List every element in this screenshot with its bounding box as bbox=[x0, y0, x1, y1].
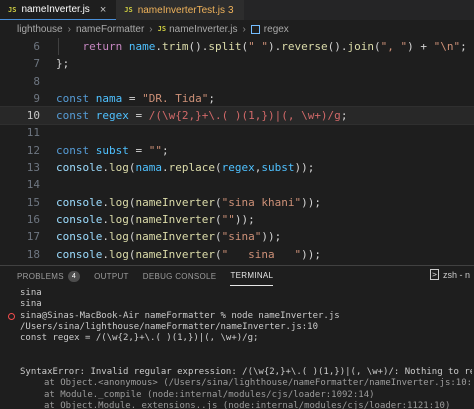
variable-symbol-icon bbox=[250, 24, 260, 34]
tab-debug-console[interactable]: DEBUG CONSOLE bbox=[143, 266, 217, 286]
problem-count-badge: 3 bbox=[227, 4, 234, 16]
breadcrumb-item-nameformatter[interactable]: nameFormatter bbox=[76, 24, 144, 35]
code-text: const nama = "DR. Tida"; bbox=[56, 91, 215, 105]
line-number: 10 bbox=[26, 109, 40, 123]
terminal-line-text: at Object.<anonymous> (/Users/sina/light… bbox=[44, 378, 472, 389]
code-text: console.log(nameInverter("sina khani")); bbox=[56, 195, 321, 209]
terminal-line: at Object.<anonymous> (/Users/sina/light… bbox=[6, 378, 472, 389]
chevron-right-icon: › bbox=[149, 23, 153, 35]
breadcrumb: lighthouse › nameFormatter › JS nameInve… bbox=[0, 20, 474, 38]
code-text: return name.trim().split(" ").reverse().… bbox=[82, 40, 467, 53]
terminal-line-text: sina bbox=[20, 288, 42, 298]
code-text: const regex = /(\w{2,}+\.( )(1,})|(, \w+… bbox=[56, 109, 348, 123]
terminal-line: at Module._compile (node:internal/module… bbox=[6, 390, 472, 401]
line-number: 8 bbox=[33, 74, 40, 88]
terminal-line-text: sina bbox=[20, 299, 42, 310]
terminal-line: sina bbox=[6, 299, 472, 310]
code-line[interactable]: 17 console.log(nameInverter("sina")); bbox=[0, 228, 474, 245]
javascript-file-icon: JS bbox=[8, 5, 17, 14]
javascript-file-icon: JS bbox=[157, 25, 167, 33]
breadcrumb-item-lighthouse[interactable]: lighthouse bbox=[17, 24, 63, 35]
line-number: 11 bbox=[26, 126, 40, 140]
terminal-output[interactable]: sina sina sina@Sinas-MacBook-Air nameForma… bbox=[6, 288, 472, 409]
code-text: console.log(nameInverter("sina")); bbox=[56, 230, 282, 244]
code-line[interactable]: 9 const nama = "DR. Tida"; bbox=[0, 90, 474, 107]
line-number: 18 bbox=[26, 247, 40, 261]
tab-label: DEBUG CONSOLE bbox=[142, 271, 217, 281]
terminal-line-text: const regex = /(\w{2,}+\.( )(1,})|(, \w+… bbox=[20, 333, 259, 344]
breadcrumb-item-regex[interactable]: regex bbox=[264, 24, 289, 35]
tab-problems[interactable]: PROBLEMS 4 bbox=[17, 266, 81, 286]
code-line[interactable]: 15 console.log(nameInverter("sina khani")… bbox=[0, 194, 474, 211]
chevron-right-icon: › bbox=[242, 23, 246, 35]
editor-tab-bar: JS nameInverter.js × JS nameInverterTest… bbox=[0, 0, 474, 20]
line-number: 15 bbox=[26, 195, 40, 209]
line-number: 13 bbox=[26, 161, 40, 175]
terminal-line: /Users/sina/lighthouse/nameFormatter/nam… bbox=[6, 322, 472, 333]
line-number: 17 bbox=[26, 230, 40, 244]
tab-name-inverter[interactable]: JS nameInverter.js × bbox=[0, 0, 117, 20]
code-text: console.log(nameInverter(" sina ")); bbox=[56, 247, 321, 261]
line-number: 16 bbox=[26, 212, 40, 226]
code-line[interactable]: 12 const subst = ""; bbox=[0, 142, 474, 159]
tab-label: nameInverter.js bbox=[21, 4, 90, 15]
tab-terminal[interactable]: TERMINAL bbox=[230, 266, 274, 286]
tab-output[interactable]: OUTPUT bbox=[94, 266, 129, 286]
code-line[interactable]: 10 const regex = /(\w{2,}+\.( )(1,})|(, \… bbox=[0, 106, 474, 126]
terminal-line: at Object.Module._extensions..js (node:i… bbox=[6, 401, 472, 409]
code-line[interactable]: 14 bbox=[0, 176, 474, 193]
line-number: 14 bbox=[26, 178, 40, 192]
tab-label: nameInverterTest.js bbox=[137, 4, 225, 16]
terminal-line: SyntaxError: Invalid regular expression:… bbox=[6, 367, 472, 378]
panel-tab-bar: PROBLEMS 4 OUTPUT DEBUG CONSOLE TERMINAL bbox=[0, 266, 474, 286]
line-number: 12 bbox=[26, 143, 40, 157]
code-line[interactable]: 11 bbox=[0, 124, 474, 141]
breadcrumb-item-file[interactable]: nameInverter.js bbox=[169, 24, 237, 35]
terminal-line: const regex = /(\w{2,}+\.( )(1,})|(, \w+… bbox=[6, 333, 472, 344]
tab-label: OUTPUT bbox=[94, 271, 129, 281]
code-text: }; bbox=[56, 57, 70, 71]
code-text: console.log(nameInverter("")); bbox=[56, 212, 255, 226]
terminal-line-text: at Object.Module._extensions..js (node:i… bbox=[44, 400, 451, 409]
terminal-line-text: /Users/sina/lighthouse/nameFormatter/nam… bbox=[20, 321, 319, 332]
javascript-file-icon: JS bbox=[124, 6, 133, 14]
terminal-line-text: SyntaxError: Invalid regular expression:… bbox=[20, 367, 472, 378]
code-editor[interactable]: 6 return name.trim().split(" ").reverse(… bbox=[0, 38, 474, 265]
code-text: const subst = ""; bbox=[56, 143, 169, 157]
chevron-right-icon: › bbox=[67, 23, 71, 35]
tab-label: PROBLEMS bbox=[17, 271, 64, 281]
code-line[interactable]: 18 console.log(nameInverter(" sina ")); bbox=[0, 246, 474, 263]
code-line[interactable]: 8 bbox=[0, 73, 474, 90]
code-line[interactable]: 7}; bbox=[0, 55, 474, 72]
terminal-line-text: sina@Sinas-MacBook-Air nameFormatter % n… bbox=[20, 310, 340, 321]
close-icon[interactable]: × bbox=[100, 4, 106, 16]
terminal-line-text: at Module._compile (node:internal/module… bbox=[44, 389, 375, 400]
code-line[interactable]: 16 console.log(nameInverter("")); bbox=[0, 211, 474, 228]
line-number: 6 bbox=[33, 40, 40, 53]
problems-count-badge: 4 bbox=[67, 270, 81, 282]
bottom-panel: PROBLEMS 4 OUTPUT DEBUG CONSOLE TERMINAL… bbox=[0, 265, 474, 409]
terminal-selector-label: zsh - n bbox=[442, 269, 470, 280]
code-line[interactable]: 6 return name.trim().split(" ").reverse(… bbox=[0, 38, 474, 55]
code-text: console.log(nama.replace(regex,subst)); bbox=[56, 161, 315, 175]
tab-label: TERMINAL bbox=[230, 271, 274, 280]
tab-name-inverter-test[interactable]: JS nameInverterTest.js 3 bbox=[116, 0, 244, 20]
terminal-icon: > bbox=[430, 269, 439, 280]
terminal-line: sina bbox=[6, 288, 472, 299]
error-circle-icon bbox=[8, 312, 15, 320]
code-line[interactable]: 13 console.log(nama.replace(regex,subst))… bbox=[0, 159, 474, 176]
line-number: 9 bbox=[33, 91, 40, 105]
terminal-line: sina@Sinas-MacBook-Air nameFormatter % n… bbox=[6, 311, 472, 322]
line-number: 7 bbox=[33, 57, 40, 71]
terminal-selector[interactable]: > zsh - n bbox=[430, 269, 470, 280]
